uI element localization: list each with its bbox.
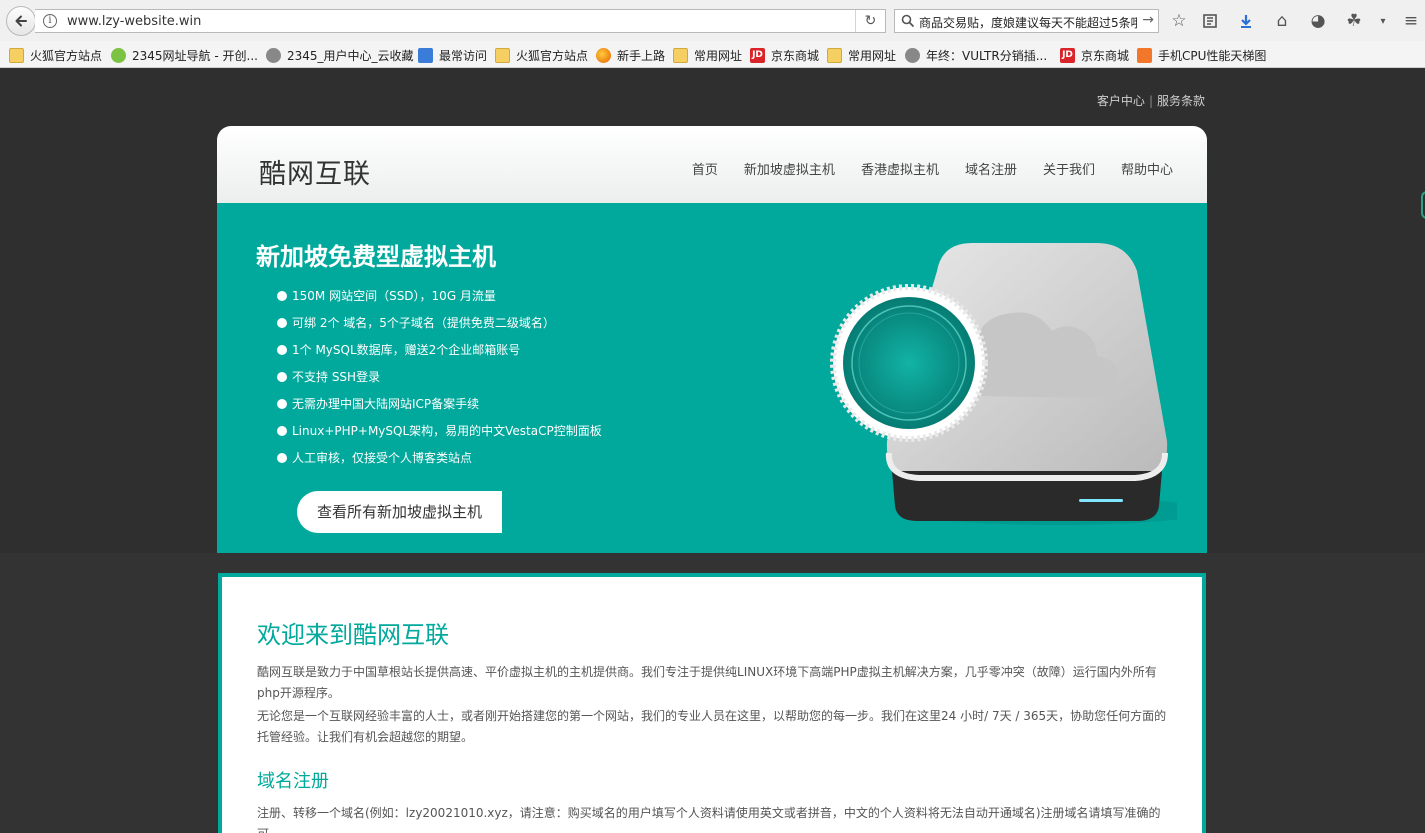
nav-singapore-hosting[interactable]: 新加坡虚拟主机 xyxy=(744,159,835,178)
page-icon xyxy=(418,47,433,63)
home-icon[interactable]: ⌂ xyxy=(1271,10,1293,32)
folder-icon xyxy=(9,47,24,63)
2345-icon xyxy=(111,47,126,63)
terms-link[interactable]: 服务条款 xyxy=(1157,94,1205,108)
menu-icon[interactable]: ≡ xyxy=(1400,10,1422,32)
bookmark-label: 常用网址 xyxy=(694,48,743,63)
site-logo[interactable]: 酷网互联 xyxy=(259,152,371,191)
bookmark-item[interactable]: 常用网址 xyxy=(827,46,896,64)
site-header: 酷网互联 首页 新加坡虚拟主机 香港虚拟主机 域名注册 关于我们 帮助中心 xyxy=(217,126,1207,203)
feature-item: 150M 网站空间（SSD），10G 月流量 xyxy=(277,286,602,313)
feature-item: 无需办理中国大陆网站ICP备案手续 xyxy=(277,394,602,421)
hero-banner: 新加坡免费型虚拟主机 150M 网站空间（SSD），10G 月流量 可绑 2个 … xyxy=(217,203,1207,553)
intro-paragraph: 酷网互联是致力于中国草根站长提供高速、平价虚拟主机的主机提供商。我们专注于提供纯… xyxy=(257,665,1157,700)
web-page: 客户中心 | 服务条款 酷网互联 首页 新加坡虚拟主机 香港虚拟主机 域名注册 关于… xyxy=(0,69,1425,833)
nav-about-us[interactable]: 关于我们 xyxy=(1043,159,1095,178)
nav-help-center[interactable]: 帮助中心 xyxy=(1121,159,1173,178)
bookmark-item[interactable]: 手机CPU性能天梯图 xyxy=(1137,46,1266,64)
feature-item: 1个 MySQL数据库，赠送2个企业邮箱账号 xyxy=(277,340,602,367)
addon-icon[interactable]: ☘ xyxy=(1343,10,1365,32)
reading-list-glyph xyxy=(1203,14,1217,28)
bookmarks-bar: 火狐官方站点 2345网址导航 - 开创... 2345_用户中心_云收藏 最常… xyxy=(0,41,1425,68)
welcome-section: 欢迎来到酷网互联 酷网互联是致力于中国草根站长提供高速、平价虚拟主机的主机提供商… xyxy=(218,573,1206,833)
search-input[interactable]: 商品交易贴，度娘建议每天不能超过5条哦 xyxy=(919,14,1137,31)
bookmark-item[interactable]: JD 京东商城 xyxy=(750,46,819,64)
folder-icon xyxy=(827,47,842,63)
bookmark-item[interactable]: 火狐官方站点 xyxy=(495,46,588,64)
feature-item: 可绑 2个 域名，5个子域名（提供免费二级域名） xyxy=(277,313,602,340)
service-paragraph: 无论您是一个互联网经验丰富的人士，或者刚开始搭建您的第一个网站，我们的专业人员在… xyxy=(257,709,1167,744)
bookmark-label: 2345_用户中心_云收藏 xyxy=(287,48,414,63)
feature-item: Linux+PHP+MySQL架构，易用的中文VestaCP控制面板 xyxy=(277,421,602,448)
search-bar[interactable]: 商品交易贴，度娘建议每天不能超过5条哦 → xyxy=(894,9,1159,33)
bookmark-label: 火狐官方站点 xyxy=(30,48,103,63)
bookmark-item[interactable]: 最常访问 xyxy=(418,46,487,64)
dropdown-icon[interactable]: ▾ xyxy=(1372,10,1394,32)
back-arrow-icon xyxy=(15,15,27,27)
firefox-icon xyxy=(596,47,611,63)
download-arrow-glyph xyxy=(1241,15,1251,28)
feature-list: 150M 网站空间（SSD），10G 月流量 可绑 2个 域名，5个子域名（提供… xyxy=(277,286,602,475)
view-singapore-hosting-button[interactable]: 查看所有新加坡虚拟主机 xyxy=(297,491,502,533)
back-button[interactable] xyxy=(6,6,36,36)
nav-hongkong-hosting[interactable]: 香港虚拟主机 xyxy=(861,159,939,178)
bookmark-label: 常用网址 xyxy=(848,48,897,63)
feature-item: 人工审核，仅接受个人博客类站点 xyxy=(277,448,602,475)
folder-icon xyxy=(495,47,510,63)
cpu-icon xyxy=(1137,47,1152,63)
bookmark-item[interactable]: 年终：VULTR分销插... xyxy=(905,46,1047,64)
bookmark-star-icon[interactable]: ☆ xyxy=(1168,10,1190,32)
url-text[interactable]: www.lzy-website.win xyxy=(67,14,201,29)
bookmark-item[interactable]: JD 京东商城 xyxy=(1060,46,1129,64)
extension-icon[interactable]: ◕ xyxy=(1307,10,1329,32)
top-links: 客户中心 | 服务条款 xyxy=(1097,92,1205,109)
download-icon[interactable] xyxy=(1235,10,1257,32)
bookmark-item[interactable]: 2345网址导航 - 开创... xyxy=(111,46,258,64)
folder-icon xyxy=(673,47,688,63)
search-go-icon[interactable]: → xyxy=(1142,12,1154,28)
hero-title: 新加坡免费型虚拟主机 xyxy=(256,243,496,271)
feature-item: 不支持 SSH登录 xyxy=(277,367,602,394)
bookmark-label: 最常访问 xyxy=(439,48,488,63)
bookmark-item[interactable]: 2345_用户中心_云收藏 xyxy=(266,46,414,64)
bookmark-item[interactable]: 新手上路 xyxy=(596,46,665,64)
jd-icon: JD xyxy=(750,47,765,63)
bookmark-label: 京东商城 xyxy=(1081,48,1130,63)
cloud-drive-illustration xyxy=(830,243,1177,525)
welcome-title: 欢迎来到酷网互联 xyxy=(257,621,449,649)
side-scroll-indicator[interactable] xyxy=(1421,191,1425,219)
globe-icon xyxy=(266,47,281,63)
seal-badge xyxy=(830,284,988,442)
customer-center-link[interactable]: 客户中心 xyxy=(1097,94,1145,108)
bookmark-item[interactable]: 常用网址 xyxy=(673,46,742,64)
search-icon xyxy=(901,14,915,28)
reload-icon[interactable]: ↻ xyxy=(855,10,885,32)
bookmark-label: 火狐官方站点 xyxy=(516,48,589,63)
domain-registration-title: 域名注册 xyxy=(257,771,329,792)
site-info-icon[interactable]: i xyxy=(43,14,57,28)
domain-paragraph: 注册、转移一个域名(例如：lzy20021010.xyz，请注意：购买域名的用户… xyxy=(257,806,1161,833)
bookmark-label: 新手上路 xyxy=(617,48,666,63)
bookmark-label: 手机CPU性能天梯图 xyxy=(1158,48,1267,63)
top-links-separator: | xyxy=(1148,94,1153,108)
bookmark-label: 年终：VULTR分销插... xyxy=(926,48,1048,63)
bookmark-label: 2345网址导航 - 开创... xyxy=(132,48,258,63)
nav-domain-registration[interactable]: 域名注册 xyxy=(965,159,1017,178)
main-nav: 首页 新加坡虚拟主机 香港虚拟主机 域名注册 关于我们 帮助中心 xyxy=(692,159,1173,178)
browser-toolbar: i www.lzy-website.win ↻ 商品交易贴，度娘建议每天不能超过… xyxy=(0,0,1425,41)
bookmark-label: 京东商城 xyxy=(771,48,820,63)
nav-home[interactable]: 首页 xyxy=(692,159,718,178)
jd-icon: JD xyxy=(1060,47,1075,63)
url-bar[interactable]: i www.lzy-website.win ↻ xyxy=(35,9,886,33)
bookmark-item[interactable]: 火狐官方站点 xyxy=(9,46,102,64)
globe-icon xyxy=(905,47,920,63)
reading-list-icon[interactable] xyxy=(1199,10,1221,32)
